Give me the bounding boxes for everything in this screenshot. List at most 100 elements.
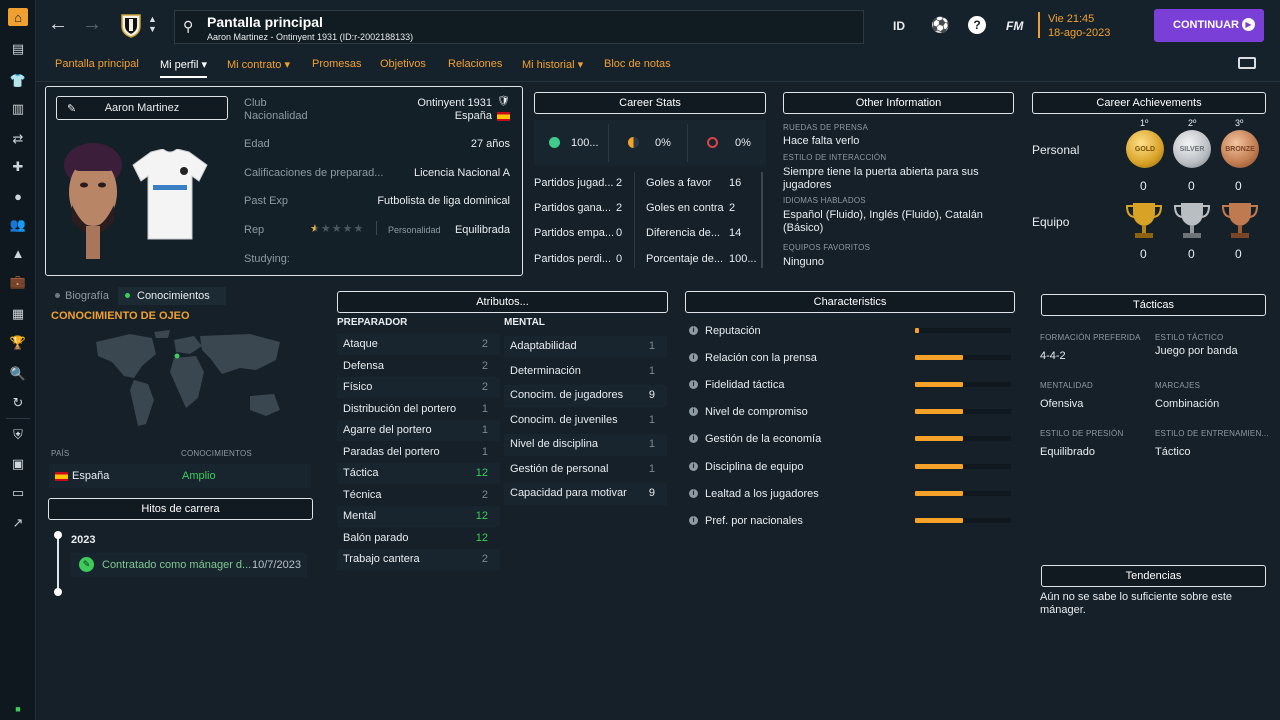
characteristic-bar [915,517,1011,523]
attribute-row: Conocim. de juveniles 1 [504,409,667,432]
info-icon[interactable]: i [689,434,698,444]
attribute-value: 2 [481,338,488,350]
club-value[interactable]: Ontinyent 1931 [417,97,492,109]
trend-icon[interactable]: ↗ [8,514,28,532]
career-stats-table: Partidos jugad... 2 Partidos gana... 2 P… [534,172,766,272]
ball-icon[interactable]: ⚽ [931,16,950,34]
manager-name-box[interactable]: ✎ Aaron Martinez [56,96,228,120]
finances-icon[interactable]: 💼 [8,273,28,291]
squad-icon[interactable]: 👕 [8,72,28,90]
achievements-header: Career Achievements [1032,92,1266,114]
tab-pantalla-principal[interactable]: Pantalla principal [55,58,139,70]
inbox-icon[interactable]: ▤ [8,40,28,58]
id-card-icon[interactable]: ▭ [8,484,28,502]
calendar-icon[interactable]: ▦ [8,305,28,323]
tab-conocimientos[interactable]: Conocimientos [118,287,226,305]
formation-value: 4-4-2 [1040,350,1066,362]
continue-button[interactable]: CONTINUAR ▶ [1154,9,1264,42]
other-info-header: Other Information [783,92,1014,114]
knowledge-row[interactable]: España Amplio [49,464,311,488]
gold-medal-icon: GOLD [1126,130,1164,168]
help-icon[interactable]: ? [968,16,986,34]
training-style-value: Táctico [1155,446,1191,458]
tactics-icon[interactable]: ▥ [8,100,28,118]
info-icon[interactable]: i [689,515,698,525]
transfers-icon[interactable]: ⇄ [8,130,28,148]
attributes-header[interactable]: Atributos... [337,291,668,313]
forward-arrow-icon[interactable]: → [82,14,102,34]
id-button[interactable]: ID [893,19,905,33]
search-bar[interactable]: ⚲ Pantalla principal Aaron Martinez - On… [174,10,864,44]
loss-icon [707,137,718,148]
characteristic-row: i Fidelidad táctica [685,374,1015,396]
screen-mode-icon[interactable] [1238,57,1256,69]
info-icon[interactable]: i [689,461,698,471]
mental-attributes-heading: MENTAL [504,317,545,328]
tab-conocimientos-label: Conocimientos [137,290,210,302]
tab-biografia[interactable]: Biografía [65,290,109,302]
characteristic-bar [915,382,1011,388]
tab-promesas[interactable]: Promesas [312,58,362,70]
scout-icon[interactable]: 🔍 [8,365,28,383]
info-icon[interactable]: i [689,353,698,363]
divider [608,124,609,162]
attribute-value: 1 [648,364,655,377]
info-icon[interactable]: i [689,380,698,390]
medical-icon[interactable]: ✚ [8,158,28,176]
tab-mi-historial[interactable]: Mi historial ▾ [522,58,583,71]
star-icon: ★ [331,223,343,235]
tab-mi-contrato[interactable]: Mi contrato ▾ [227,58,290,71]
tab-objetivos[interactable]: Objetivos [380,58,426,70]
languages-caption: IDIOMAS HABLADOS [783,196,866,205]
past-exp-label: Past Exp [244,195,289,207]
formation-caption: FORMACIÓN PREFERIDA [1040,333,1141,342]
match-icon[interactable]: ● [8,187,28,205]
stat-value: 2 [616,177,623,189]
fm-logo-icon[interactable]: FM [1006,19,1023,33]
characteristic-name: Nivel de compromiso [705,406,808,419]
tab-relaciones[interactable]: Relaciones [448,58,502,70]
characteristic-bar-fill [915,355,963,361]
characteristic-name: Disciplina de equipo [705,460,804,473]
trophy-icon[interactable]: 🏆 [8,334,28,352]
staff-icon[interactable]: 👥 [8,216,28,234]
back-arrow-icon[interactable]: ← [48,14,68,34]
timeline-dot [54,588,62,596]
refresh-icon[interactable]: ↻ [8,394,28,412]
knowledge-column-header: CONOCIMIENTOS [181,449,252,458]
draw-pct: 0% [655,137,671,149]
personal-count-1: 0 [1140,179,1147,193]
training-icon[interactable]: ▲ [8,244,28,262]
characteristic-bar [915,355,1011,361]
attribute-name: Nivel de disciplina [510,438,599,450]
personal-count-3: 0 [1235,179,1242,193]
attribute-value: 1 [648,438,655,450]
tab-bloc-de-notas[interactable]: Bloc de notas [604,58,671,70]
home-icon[interactable]: ⌂ [8,8,28,26]
result-summary: 100... 0% 0% [534,120,766,166]
silver-medal-icon: SILVER [1173,130,1211,168]
attribute-name: Ataque [343,338,378,350]
attribute-row: Nivel de disciplina 1 [504,434,667,456]
club-switch-chevrons-icon[interactable]: ▲ ▼ [148,14,157,34]
attribute-row: Balón parado 12 [337,527,500,549]
club-icon[interactable]: ⛨ [8,426,28,444]
scrollbar[interactable] [761,172,763,268]
club-crest-small-icon: 🛡 [497,96,510,107]
milestone-item[interactable]: ✎ Contratado como mánager d... 10/7/2023 [71,553,307,577]
win-icon [549,137,560,148]
info-icon[interactable]: i [689,488,698,498]
info-icon[interactable]: i [689,407,698,417]
attribute-name: Determinación [510,364,581,377]
fav-teams-value: Ninguno [783,256,824,268]
milestones-header: Hitos de carrera [48,498,313,520]
stat-value: 100... [729,253,757,265]
tab-mi-perfil[interactable]: Mi perfil ▾ [160,58,208,78]
briefcase-icon[interactable]: ▣ [8,455,28,473]
characteristic-bar-fill [915,490,963,496]
nationality-value[interactable]: España [455,110,492,122]
stat-value: 0 [616,253,623,265]
club-crest-icon[interactable] [120,12,142,38]
trends-text: Aún no se sabe lo suficiente sobre este … [1040,591,1233,616]
info-icon[interactable]: i [689,326,698,335]
